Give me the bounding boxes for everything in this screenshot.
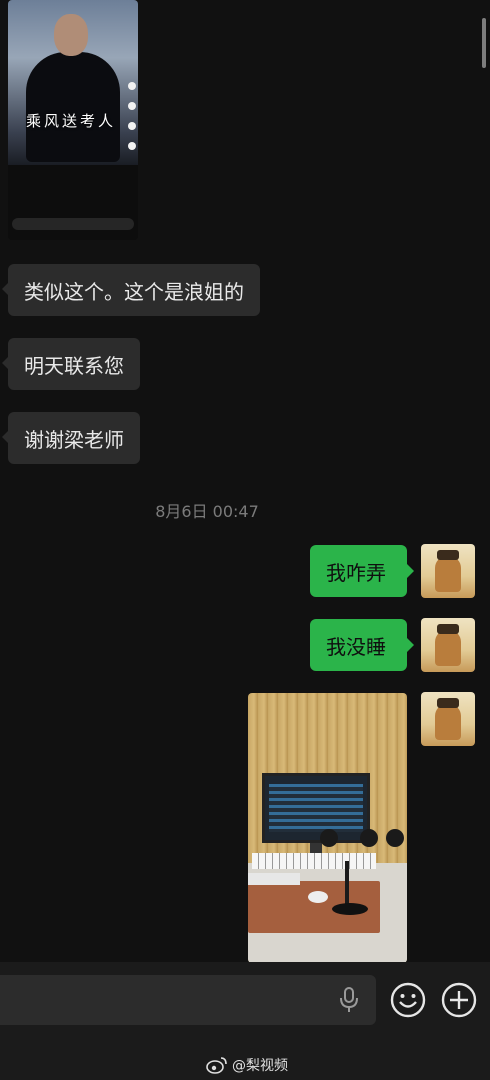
message-text: 我没睡 [326, 634, 386, 659]
avatar-hat [437, 550, 459, 560]
star-icon [128, 122, 136, 130]
heart-icon [128, 82, 136, 90]
sent-photo-message[interactable] [248, 693, 407, 962]
photo-computer-keyboard [248, 873, 300, 885]
chat-area: 乘风送考人 类似这个。这个是浪姐的 明天联系您 谢谢梁老师 8月6日 00:47… [0, 0, 490, 962]
avatar-figure [435, 630, 461, 666]
message-text: 我咋弄 [326, 560, 386, 585]
emoji-icon[interactable] [390, 982, 426, 1018]
video-thumbnail-title: 乘风送考人 [26, 112, 117, 130]
avatar-hat [437, 624, 459, 634]
photo-microphone [320, 829, 338, 847]
message-input[interactable] [0, 975, 376, 1025]
photo-microphone [360, 829, 378, 847]
watermark: @梨视频 [206, 1053, 288, 1077]
scrollbar[interactable] [482, 18, 486, 68]
video-comment-bar [12, 218, 134, 230]
video-thumbnail-person-head [54, 14, 88, 56]
weibo-logo-icon [206, 1057, 227, 1074]
message-text: 谢谢梁老师 [24, 427, 124, 452]
watermark-text: @梨视频 [232, 1058, 288, 1074]
received-message[interactable]: 明天联系您 [2, 338, 140, 390]
video-info-line [12, 206, 134, 214]
photo-monitor [262, 773, 370, 843]
photo-piano-keyboard [252, 853, 376, 869]
video-thumbnail-person-body [26, 52, 120, 162]
message-timestamp: 8月6日 00:47 [155, 502, 259, 521]
sent-message[interactable]: 我没睡 [310, 619, 414, 671]
sent-message[interactable]: 我咋弄 [310, 545, 414, 597]
avatar-figure [435, 704, 461, 740]
photo-monitor-screen [269, 784, 363, 832]
avatar-figure [435, 556, 461, 592]
user-avatar[interactable] [421, 692, 475, 746]
photo-mouse [308, 891, 328, 903]
user-avatar[interactable] [421, 544, 475, 598]
photo-microphone [386, 829, 404, 847]
comment-icon [128, 102, 136, 110]
photo-mic-base [332, 903, 368, 915]
message-text: 类似这个。这个是浪姐的 [24, 279, 244, 304]
received-message[interactable]: 谢谢梁老师 [2, 412, 140, 464]
message-text: 明天联系您 [24, 353, 124, 378]
share-icon [128, 142, 136, 150]
user-avatar[interactable] [421, 618, 475, 672]
video-thumbnail-message[interactable]: 乘风送考人 [8, 0, 138, 240]
received-message[interactable]: 类似这个。这个是浪姐的 [2, 264, 260, 316]
microphone-icon[interactable] [338, 986, 360, 1014]
video-side-actions [128, 82, 138, 162]
plus-icon[interactable] [441, 982, 477, 1018]
photo-mic-stand [345, 861, 349, 905]
avatar-hat [437, 698, 459, 708]
